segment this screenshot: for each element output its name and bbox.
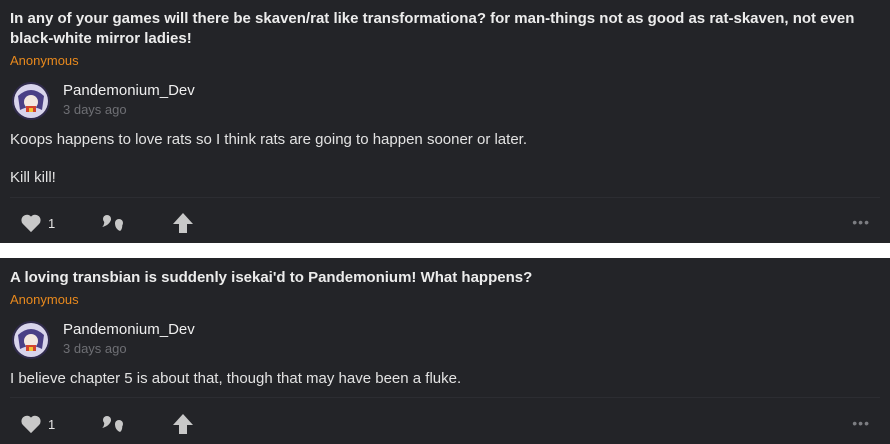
question-card-2: A loving transbian is suddenly isekai'd … xyxy=(0,258,890,444)
reply-button[interactable] xyxy=(102,414,126,434)
share-button[interactable] xyxy=(172,413,194,435)
asker-name: Anonymous xyxy=(10,292,79,307)
heart-icon xyxy=(21,214,41,233)
share-arrow-icon xyxy=(173,213,193,233)
avatar[interactable] xyxy=(12,321,50,359)
question-text: In any of your games will there be skave… xyxy=(10,10,855,47)
heart-icon xyxy=(21,415,41,434)
like-count: 1 xyxy=(48,416,56,432)
author-name[interactable]: Pandemonium_Dev xyxy=(63,82,195,99)
question-text: A loving transbian is suddenly isekai'd … xyxy=(10,269,533,286)
asker-name: Anonymous xyxy=(10,53,79,68)
quote-icon xyxy=(102,215,123,231)
like-count: 1 xyxy=(48,215,56,231)
divider xyxy=(10,197,880,198)
share-arrow-icon xyxy=(173,414,193,434)
more-options-icon[interactable]: ••• xyxy=(852,415,870,431)
like-button[interactable]: 1 xyxy=(20,414,55,434)
answer-line: I believe chapter 5 is about that, thoug… xyxy=(10,370,462,387)
timestamp: 3 days ago xyxy=(63,341,127,356)
more-options-icon[interactable]: ••• xyxy=(852,214,870,230)
answer-line: Kill kill! xyxy=(10,169,56,186)
question-card-1: In any of your games will there be skave… xyxy=(0,0,890,243)
timestamp: 3 days ago xyxy=(63,102,127,117)
avatar[interactable] xyxy=(12,82,50,120)
author-name[interactable]: Pandemonium_Dev xyxy=(63,321,195,338)
divider xyxy=(10,397,880,398)
share-button[interactable] xyxy=(172,212,194,234)
like-button[interactable]: 1 xyxy=(20,213,55,233)
quote-icon xyxy=(102,416,123,432)
answer-line: Koops happens to love rats so I think ra… xyxy=(10,131,527,148)
reply-button[interactable] xyxy=(102,213,126,233)
